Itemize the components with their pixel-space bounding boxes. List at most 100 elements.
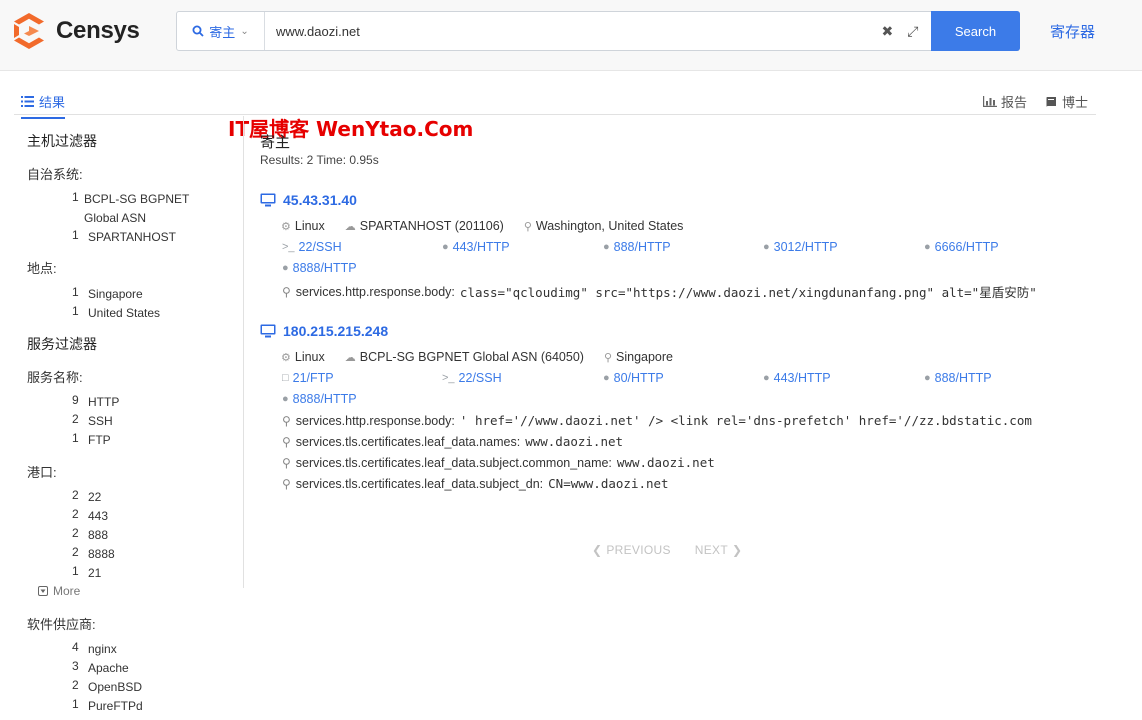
previous-page-button[interactable]: ❮ PREVIOUS: [592, 543, 671, 557]
host-asn[interactable]: BCPL-SG BGPNET Global ASN (64050): [360, 350, 584, 364]
tab-report-label: 报告: [1000, 95, 1027, 110]
host-ip-link[interactable]: 180.215.215.248: [260, 323, 388, 339]
search-icon: ⚲: [282, 476, 291, 491]
filter-port-888[interactable]: 2 888: [72, 526, 108, 545]
service-link[interactable]: ● 888/HTTP: [924, 371, 992, 385]
censys-logo-icon: [14, 13, 44, 49]
service-link[interactable]: □ 21/FTP: [282, 371, 334, 385]
search-icon: ⚲: [282, 413, 291, 428]
search-input[interactable]: www.daozi.net: [265, 12, 869, 50]
tab-results[interactable]: 结果: [21, 92, 66, 119]
globe-icon: ●: [282, 262, 289, 274]
host-ip-label: 45.43.31.40: [283, 192, 357, 208]
more-label: More: [53, 584, 81, 598]
tab-report[interactable]: 报告: [982, 92, 1027, 111]
match-value: www.daozi.net: [616, 455, 715, 470]
host-filters-heading: 主机过滤器: [27, 133, 97, 149]
next-page-button[interactable]: NEXT ❯: [695, 543, 743, 557]
filter-asn-spartanhost[interactable]: 1 SPARTANHOST: [72, 228, 176, 247]
filter-asn-bcpl[interactable]: 1 BCPL-SG BGPNET Global ASN: [72, 190, 212, 228]
service-link[interactable]: ● 443/HTTP: [442, 240, 510, 254]
search-icon: ⚲: [282, 455, 291, 470]
filter-location-united-states[interactable]: 1 United States: [72, 304, 160, 323]
register-link[interactable]: 寄存器: [1050, 21, 1095, 42]
tab-docs[interactable]: 博士: [1045, 92, 1088, 111]
filter-location-singapore[interactable]: 1 Singapore: [72, 285, 143, 304]
search-icon: [192, 25, 204, 37]
top-header: Censys 寄主 ⌄ www.daozi.net ✖ ⤢ Search 寄存器: [0, 0, 1142, 71]
gear-icon: ⚙: [281, 220, 291, 233]
host-meta: ⚙ Linux ☁ SPARTANHOST (201106) ⚲ Washington…: [281, 219, 703, 233]
vendor-filter-label: 软件供应商:: [27, 617, 96, 632]
globe-icon: ●: [924, 372, 931, 384]
more-ports-toggle[interactable]: More: [38, 584, 80, 598]
match-field: services.tls.certificates.leaf_data.subj…: [295, 476, 544, 491]
gear-icon: ⚙: [281, 351, 291, 364]
match-value: class="qcloudimg" src="https://www.daozi…: [459, 285, 1037, 300]
match-value: ' href='//www.daozi.net' /> <link rel='d…: [459, 413, 1032, 428]
cloud-icon: ☁: [344, 351, 356, 364]
globe-icon: ●: [603, 372, 610, 384]
censys-logo[interactable]: Censys: [12, 12, 140, 50]
location-pin-icon: ⚲: [523, 220, 532, 233]
match-highlight: ⚲ services.tls.certificates.leaf_data.na…: [282, 434, 623, 449]
service-link[interactable]: ● 8888/HTTP: [282, 261, 357, 275]
service-link[interactable]: ● 3012/HTTP: [763, 240, 838, 254]
filter-service-ftp[interactable]: 1 FTP: [72, 431, 111, 450]
search-icon: ⚲: [282, 434, 291, 449]
match-highlight: ⚲ services.tls.certificates.leaf_data.su…: [282, 476, 669, 491]
monitor-icon: [260, 193, 276, 207]
search-scope-label: 寄主: [209, 24, 236, 40]
globe-icon: ●: [603, 241, 610, 253]
close-icon[interactable]: ✖: [882, 23, 894, 40]
filter-vendor-apache[interactable]: 3 Apache: [72, 659, 129, 678]
host-ip-link[interactable]: 45.43.31.40: [260, 192, 357, 208]
filter-vendor-openbsd[interactable]: 2 OpenBSD: [72, 678, 142, 697]
expand-icon[interactable]: ⤢: [907, 23, 918, 40]
service-filters-heading: 服务过滤器: [27, 336, 97, 352]
filter-port-22[interactable]: 2 22: [72, 488, 101, 507]
filter-port-443[interactable]: 2 443: [72, 507, 108, 526]
chevron-right-icon: ❯: [732, 543, 743, 557]
service-link[interactable]: ● 6666/HTTP: [924, 240, 999, 254]
match-value: www.daozi.net: [525, 434, 624, 449]
globe-icon: ●: [924, 241, 931, 253]
search-icon: ⚲: [282, 284, 291, 299]
filter-port-21[interactable]: 1 21: [72, 564, 101, 583]
service-link[interactable]: >_ 22/SSH: [442, 371, 502, 385]
match-highlight: ⚲ services.tls.certificates.leaf_data.su…: [282, 455, 715, 470]
match-field: services.tls.certificates.leaf_data.name…: [295, 434, 521, 449]
service-link[interactable]: ● 888/HTTP: [603, 240, 671, 254]
filter-service-http[interactable]: 9 HTTP: [72, 393, 119, 412]
sidebar-divider: [243, 116, 244, 588]
asn-filter-label: 自治系统:: [27, 167, 83, 182]
host-location[interactable]: Singapore: [616, 350, 673, 364]
results-title: 寄主: [260, 134, 291, 151]
terminal-icon: >_: [282, 241, 295, 253]
filter-vendor-pureftpd[interactable]: 1 PureFTPd: [72, 697, 143, 716]
filter-port-8888[interactable]: 2 8888: [72, 545, 115, 564]
terminal-icon: >_: [442, 372, 455, 384]
globe-icon: ●: [763, 372, 770, 384]
match-field: services.http.response.body:: [295, 284, 455, 299]
search-button[interactable]: Search: [931, 11, 1020, 51]
service-link[interactable]: ● 8888/HTTP: [282, 392, 357, 406]
service-link[interactable]: >_ 22/SSH: [282, 240, 342, 254]
file-icon: □: [282, 372, 289, 384]
service-link[interactable]: ● 443/HTTP: [763, 371, 831, 385]
host-os: Linux: [294, 219, 325, 233]
location-pin-icon: ⚲: [603, 351, 612, 364]
cloud-icon: ☁: [344, 220, 356, 233]
filter-vendor-nginx[interactable]: 4 nginx: [72, 640, 117, 659]
results-stats: Results: 2 Time: 0.95s: [260, 153, 379, 167]
service-link[interactable]: ● 80/HTTP: [603, 371, 664, 385]
host-location[interactable]: Washington, United States: [536, 219, 684, 233]
service-name-filter-label: 服务名称:: [27, 370, 83, 385]
chevron-left-icon: ❮: [592, 543, 603, 557]
match-highlight: ⚲ services.http.response.body: class="qc…: [282, 282, 1037, 301]
host-asn[interactable]: SPARTANHOST (201106): [360, 219, 504, 233]
search-scope-select[interactable]: 寄主 ⌄: [177, 12, 265, 50]
location-filter-label: 地点:: [27, 261, 57, 276]
filter-service-ssh[interactable]: 2 SSH: [72, 412, 113, 431]
book-icon: [1046, 96, 1056, 107]
